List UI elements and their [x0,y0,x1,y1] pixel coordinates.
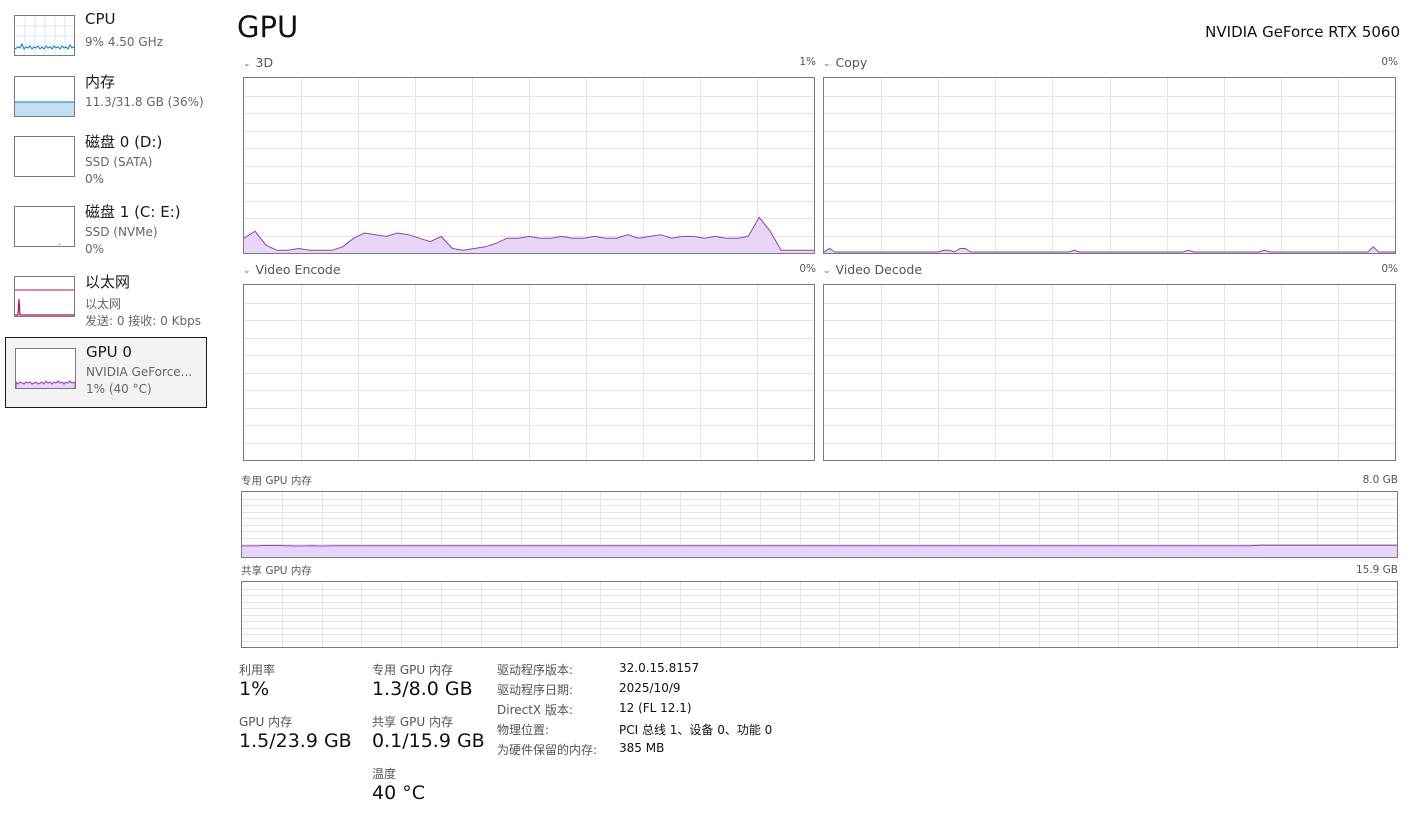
driver-date-key: 驱动程序日期: [497,683,574,697]
utilization-value: 1% [239,678,270,700]
sidebar-item-disk-0[interactable]: 磁盘 0 (D:) SSD (SATA) 0% [5,126,207,196]
gpu-memory-label: GPU 内存 [239,715,293,729]
page-title: GPU [237,10,299,44]
physical-location-key: 物理位置: [497,723,550,737]
graph-3d [243,77,815,254]
shared-memory-max: 15.9 GB [1355,564,1398,576]
sidebar: CPU 9% 4.50 GHz 内存 11.3/31.8 GB (36%) 磁盘… [0,0,215,828]
graph-shared-memory [241,581,1398,648]
dedicated-memory-stat-label: 专用 GPU 内存 [372,663,453,677]
reserved-memory-key: 为硬件保留的内存: [497,743,598,757]
driver-date-value: 2025/10/9 [619,681,681,695]
chevron-down-icon: ⌄ [243,59,251,69]
chevron-down-icon: ⌄ [823,59,831,69]
sidebar-item-cpu[interactable]: CPU 9% 4.50 GHz [5,5,207,75]
engine-label: Copy [835,55,868,70]
engine-percent: 0% [799,263,816,275]
driver-version-key: 驱动程序版本: [497,663,574,677]
sidebar-item-title: 内存 [85,73,116,91]
dedicated-memory-label: 专用 GPU 内存 [241,475,312,487]
sidebar-item-ethernet[interactable]: 以太网 以太网 发送: 0 接收: 0 Kbps [5,266,207,336]
chevron-down-icon: ⌄ [243,266,251,276]
cpu-thumbnail-graph [14,15,75,56]
reserved-memory-value: 385 MB [619,741,665,755]
disk-1-thumbnail-graph [14,206,75,247]
sidebar-item-title: CPU [85,10,116,28]
sidebar-item-disk-1[interactable]: 磁盘 1 (C: E:) SSD (NVMe) 0% [5,196,207,266]
sidebar-item-subtitle: 以太网 [85,297,122,311]
engine-percent: 0% [1381,263,1398,275]
graph-canvas [242,492,1397,557]
engine-percent: 1% [799,56,816,68]
sidebar-item-usage: 0% [85,172,105,186]
dedicated-memory-stat-value: 1.3/8.0 GB [372,678,473,700]
sidebar-item-title: 以太网 [85,273,131,291]
engine-label: Video Decode [835,262,923,277]
graph-canvas [824,285,1395,460]
temperature-label: 温度 [372,767,397,781]
usage-area [242,545,1397,557]
usage-line [242,544,1397,547]
driver-version-value: 32.0.15.8157 [619,661,700,675]
gpu-model-name: NVIDIA GeForce RTX 5060 [1205,23,1400,41]
sidebar-item-throughput: 发送: 0 接收: 0 Kbps [85,314,201,328]
utilization-label: 利用率 [239,663,276,677]
engine-label: 3D [255,55,274,70]
engine-selector-3d[interactable]: ⌄ 3D [243,55,273,70]
shared-memory-label: 共享 GPU 内存 [241,565,312,577]
ethernet-thumbnail-graph [14,276,75,317]
sidebar-item-title: 磁盘 0 (D:) [85,133,163,151]
sidebar-item-subtitle: SSD (NVMe) [85,225,158,239]
directx-version-value: 12 (FL 12.1) [619,701,692,715]
directx-version-key: DirectX 版本: [497,703,574,717]
sidebar-item-gpu-0[interactable]: GPU 0 NVIDIA GeForce... 1% (40 °C) [5,337,207,408]
sidebar-item-subtitle: 9% 4.50 GHz [85,35,164,49]
graph-video-decode [823,284,1396,461]
temperature-value: 40 °C [372,782,425,804]
gpu-thumbnail-graph [15,348,76,389]
sidebar-item-title: 磁盘 1 (C: E:) [85,203,181,221]
engine-label: Video Encode [255,262,341,277]
engine-selector-video-encode[interactable]: ⌄ Video Encode [243,262,341,277]
graph-canvas [244,78,814,253]
engine-percent: 0% [1381,56,1398,68]
sidebar-item-subtitle: SSD (SATA) [85,155,153,169]
memory-thumbnail-graph [14,76,75,117]
graph-canvas [824,78,1395,253]
chevron-down-icon: ⌄ [823,266,831,276]
disk-0-thumbnail-graph [14,136,75,177]
shared-memory-stat-value: 0.1/15.9 GB [372,730,485,752]
usage-line [824,246,1395,253]
graph-video-encode [243,284,815,461]
sidebar-item-usage: 0% [85,242,105,256]
sidebar-item-title: GPU 0 [86,343,132,361]
graph-canvas [244,285,814,460]
graph-dedicated-memory [241,491,1398,558]
sidebar-item-subtitle: NVIDIA GeForce... [86,365,193,379]
engine-selector-copy[interactable]: ⌄ Copy [823,55,867,70]
physical-location-value: PCI 总线 1、设备 0、功能 0 [619,723,773,737]
shared-memory-stat-label: 共享 GPU 内存 [372,715,453,729]
engine-selector-video-decode[interactable]: ⌄ Video Decode [823,262,922,277]
graph-copy [823,77,1396,254]
sidebar-item-subtitle: 11.3/31.8 GB (36%) [85,95,204,109]
graph-canvas [242,582,1397,647]
dedicated-memory-max: 8.0 GB [1362,474,1398,486]
sidebar-item-usage: 1% (40 °C) [86,382,152,396]
gpu-memory-value: 1.5/23.9 GB [239,730,352,752]
